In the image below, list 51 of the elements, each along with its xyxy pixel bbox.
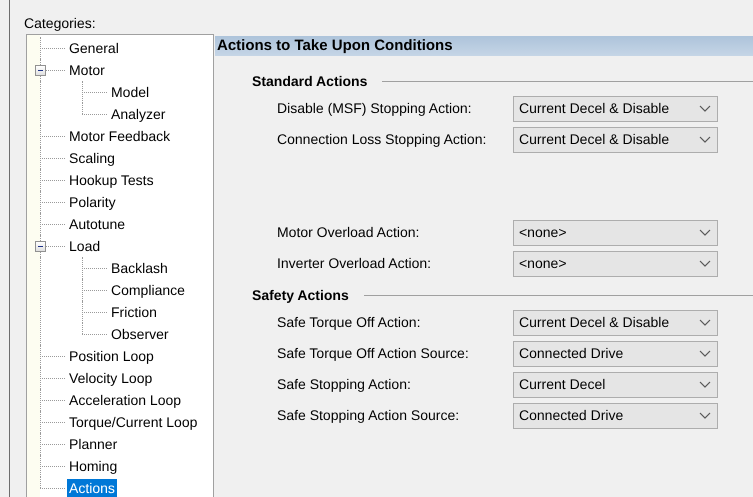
tree-item[interactable]: Compliance [109, 281, 187, 299]
chevron-down-icon [699, 260, 711, 267]
chevron-down-icon [699, 412, 711, 419]
section-title: Standard Actions [252, 72, 368, 90]
tree-item[interactable]: Planner [67, 435, 120, 453]
field-label: Safe Torque Off Action Source: [277, 344, 470, 363]
field-label: Disable (MSF) Stopping Action: [277, 99, 473, 118]
tree-item[interactable]: Observer [109, 325, 171, 343]
dropdown[interactable]: Current Decel & Disable [513, 126, 718, 152]
dropdown[interactable]: Connected Drive [513, 340, 718, 366]
chevron-down-icon [699, 350, 711, 357]
tree-item[interactable]: Polarity [67, 193, 118, 211]
panel-title: Actions to Take Upon Conditions [215, 36, 753, 56]
categories-label: Categories: [24, 14, 96, 32]
tree-item[interactable]: Actions [67, 479, 117, 497]
tree-item[interactable]: General [67, 39, 121, 57]
tree-item[interactable]: Torque/Current Loop [67, 413, 200, 431]
chevron-down-icon [699, 105, 711, 112]
tree-item[interactable]: Analyzer [109, 105, 168, 123]
chevron-down-icon [699, 136, 711, 143]
tree-item[interactable]: Backlash [109, 259, 170, 277]
field-label: Motor Overload Action: [277, 223, 420, 242]
tree-item[interactable]: Position Loop [67, 347, 156, 365]
dropdown[interactable]: Connected Drive [513, 402, 718, 428]
collapse-toggle-icon[interactable] [35, 65, 46, 76]
dropdown[interactable]: Current Decel & Disable [513, 96, 718, 122]
tree-item[interactable]: Friction [109, 303, 159, 321]
tree-item[interactable]: Autotune [67, 215, 128, 233]
collapse-toggle-icon[interactable] [35, 241, 46, 252]
tree-item[interactable]: Acceleration Loop [67, 391, 184, 409]
section-title: Safety Actions [252, 286, 349, 305]
field-label: Safe Stopping Action: [277, 375, 412, 394]
chevron-down-icon [699, 319, 711, 326]
dropdown[interactable]: Current Decel & Disable [513, 310, 718, 336]
chevron-down-icon [699, 229, 711, 236]
tree-item[interactable]: Scaling [67, 149, 117, 167]
tree-item[interactable]: Motor [67, 61, 107, 79]
dropdown[interactable]: Current Decel [513, 372, 718, 398]
field-label: Inverter Overload Action: [277, 254, 432, 273]
tree-item[interactable]: Motor Feedback [67, 127, 172, 145]
tree-item[interactable]: Model [109, 83, 152, 101]
chevron-down-icon [699, 381, 711, 388]
tree-item[interactable]: Load [67, 237, 102, 255]
field-label: Safe Stopping Action Source: [277, 406, 460, 425]
field-label: Safe Torque Off Action: [277, 313, 422, 332]
tree-item[interactable]: Velocity Loop [67, 369, 154, 387]
tree-item[interactable]: Hookup Tests [67, 171, 156, 189]
dropdown[interactable]: <none> [513, 250, 718, 276]
dropdown[interactable]: <none> [513, 220, 718, 246]
tree-item[interactable]: Homing [67, 457, 120, 475]
field-label: Connection Loss Stopping Action: [277, 130, 488, 149]
